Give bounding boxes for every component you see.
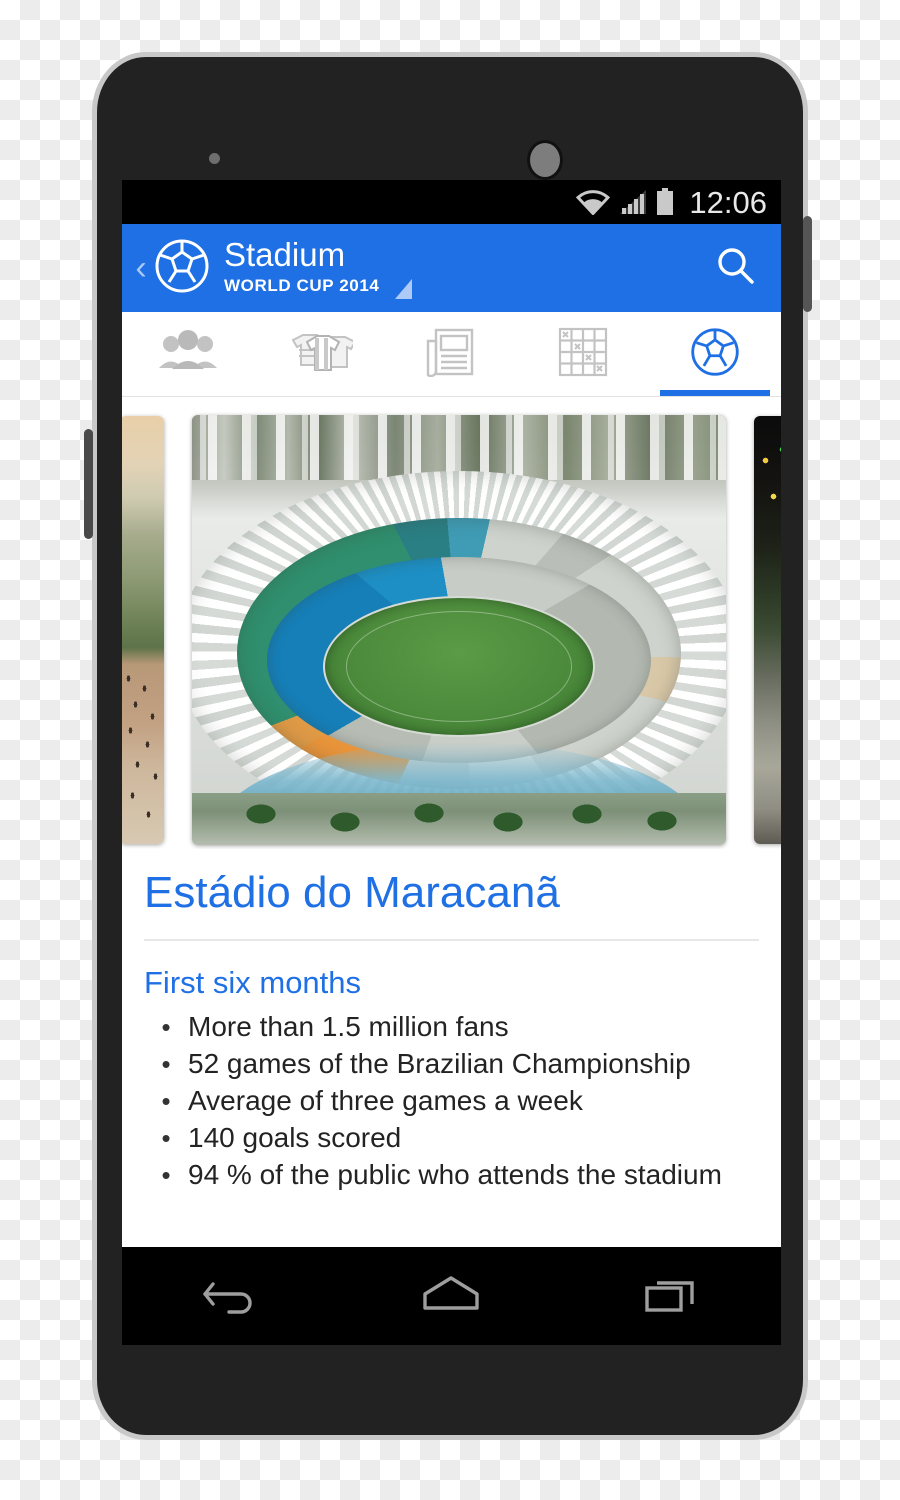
- android-navigation-bar: [122, 1247, 781, 1345]
- list-item: • 52 games of the Brazilian Championship: [144, 1046, 759, 1083]
- status-bar: 12:06: [122, 180, 781, 224]
- page-subtitle: WORLD CUP 2014: [224, 276, 380, 295]
- bullet-marker: •: [161, 1049, 171, 1079]
- list-item-text: 52 games of the Brazilian Championship: [188, 1048, 691, 1079]
- carousel-previous-photo[interactable]: [122, 416, 164, 844]
- tab-brackets[interactable]: [517, 312, 649, 396]
- tab-news[interactable]: [386, 312, 518, 396]
- bullet-marker: •: [161, 1012, 171, 1042]
- list-item: • More than 1.5 million fans: [144, 1009, 759, 1046]
- search-button[interactable]: [707, 238, 763, 299]
- list-item-text: More than 1.5 million fans: [188, 1011, 509, 1042]
- tab-jerseys[interactable]: [254, 312, 386, 396]
- soccer-ball-icon: [689, 326, 741, 383]
- android-home-icon: [420, 1275, 482, 1320]
- back-button[interactable]: ‹: [130, 251, 152, 285]
- list-item: • 140 goals scored: [144, 1120, 759, 1157]
- tab-teams[interactable]: [122, 312, 254, 396]
- battery-icon: [656, 188, 674, 216]
- jerseys-icon: [287, 328, 357, 381]
- facts-list: • More than 1.5 million fans • 52 games …: [144, 1009, 759, 1208]
- search-icon: [713, 247, 757, 292]
- android-back-icon: [203, 1281, 259, 1320]
- soccer-ball-icon: [154, 238, 210, 299]
- list-item-text: 94 % of the public who attends the stadi…: [188, 1159, 722, 1190]
- nav-back-button[interactable]: [173, 1264, 289, 1329]
- proximity-sensor: [209, 153, 220, 164]
- photo-carousel[interactable]: [122, 397, 781, 849]
- list-item-text: Average of three games a week: [188, 1085, 583, 1116]
- signal-icon: [619, 189, 647, 215]
- carousel-current-photo[interactable]: [192, 415, 726, 845]
- stadium-details: Estádio do Maracanã First six months • M…: [122, 849, 781, 1208]
- bullet-marker: •: [161, 1086, 171, 1116]
- people-group-icon: [158, 329, 218, 380]
- carousel-next-photo[interactable]: [754, 416, 781, 844]
- page-title: Stadium: [224, 236, 346, 273]
- status-bar-clock: 12:06: [689, 184, 767, 220]
- newspaper-icon: [426, 327, 476, 382]
- app-bar-title-group: Stadium WORLD CUP 2014: [224, 237, 707, 299]
- phone-screen: 12:06 ‹ Stadium WORLD CUP 2014 Estádio d…: [122, 180, 781, 1345]
- bullet-marker: •: [161, 1123, 171, 1153]
- power-button[interactable]: [803, 216, 812, 312]
- front-camera: [530, 143, 560, 177]
- grid-table-icon: [558, 327, 608, 382]
- list-item: • 94 % of the public who attends the sta…: [144, 1157, 759, 1194]
- list-item: • Average of three games a week: [144, 1083, 759, 1120]
- nav-recents-button[interactable]: [614, 1264, 730, 1329]
- tab-bar: [122, 312, 781, 397]
- tab-indicator: [659, 390, 771, 396]
- bullet-marker: •: [161, 1160, 171, 1190]
- stadium-name: Estádio do Maracanã: [144, 868, 560, 917]
- nav-home-button[interactable]: [390, 1264, 512, 1329]
- android-recents-icon: [644, 1280, 700, 1320]
- triangle-dropdown-icon[interactable]: [395, 279, 413, 299]
- list-item-text: 140 goals scored: [188, 1122, 402, 1153]
- section-heading: First six months: [144, 965, 362, 1000]
- tab-stadiums[interactable]: [649, 312, 781, 396]
- volume-button[interactable]: [84, 429, 93, 539]
- app-bar: ‹ Stadium WORLD CUP 2014: [122, 224, 781, 312]
- wifi-icon: [576, 189, 611, 215]
